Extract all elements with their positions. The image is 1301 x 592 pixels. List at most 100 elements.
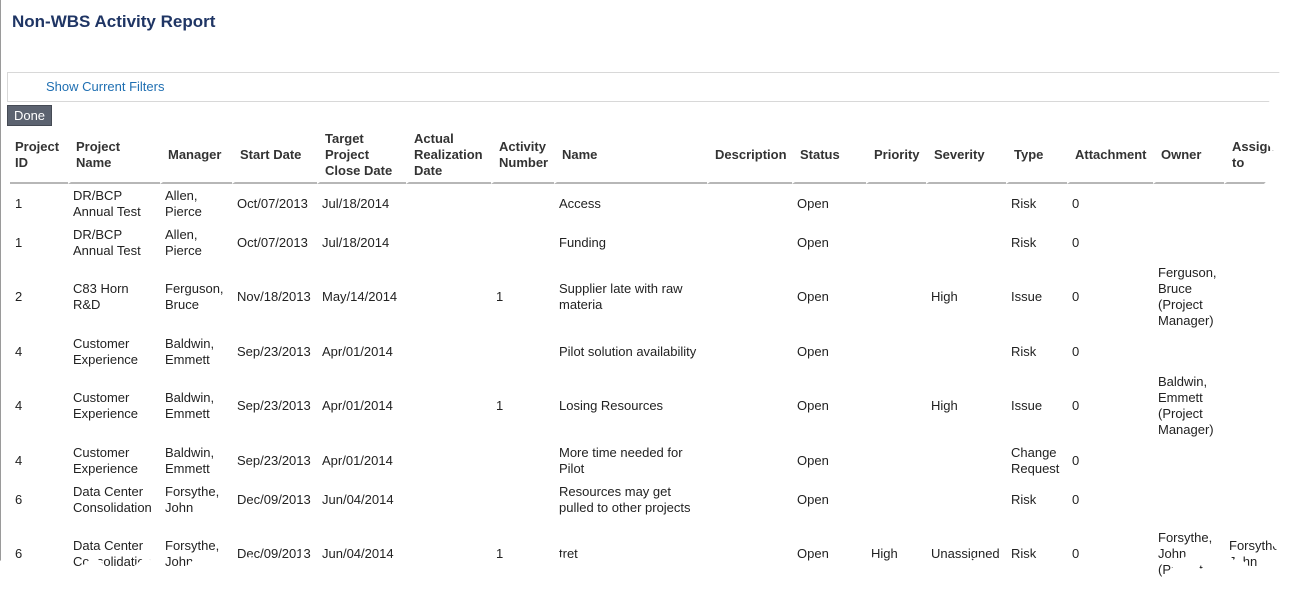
cell-name: tret: [559, 546, 578, 561]
cell-owner: [1153, 184, 1224, 223]
cell-assign-to: [1224, 441, 1286, 480]
table-header: Project ID Project Name Manager Start Date T…: [10, 128, 1286, 184]
cell-project-id: 1: [15, 195, 23, 211]
cell-target-close-date: May/14/2014: [322, 289, 398, 304]
cell-name: More time needed for Pilot: [559, 444, 683, 476]
table-row[interactable]: 4 Customer Experience Baldwin, Emmett Sep/2…: [10, 371, 1286, 441]
cell-severity: [926, 223, 1006, 262]
cell-type: Issue: [1011, 289, 1043, 304]
column-header-assign-to[interactable]: Assign to: [1224, 128, 1286, 184]
cell-project-id: 1: [15, 234, 23, 250]
cell-description: [707, 262, 792, 332]
cell-status: Open: [797, 195, 829, 211]
column-header-attachment[interactable]: Attachment: [1067, 128, 1153, 184]
cell-attachment: 0: [1072, 452, 1080, 468]
cell-activity-number: 1: [496, 546, 504, 561]
cell-actual-realization-date: [406, 262, 491, 332]
cell-project-name: Data Center Consolidation: [73, 483, 152, 515]
cell-description: [707, 223, 792, 262]
cell-assign-to: [1224, 332, 1286, 371]
cell-project-id: 4: [15, 452, 23, 468]
column-header-status[interactable]: Status: [792, 128, 866, 184]
cell-activity-number: [491, 184, 554, 223]
cell-start-date: Sep/23/2013: [237, 398, 311, 413]
cell-severity: [926, 441, 1006, 480]
cell-manager: Baldwin, Emmett: [165, 390, 215, 421]
cell-start-date: Nov/18/2013: [237, 289, 311, 304]
cell-description: [707, 519, 792, 578]
cell-project-name: Customer Experience: [73, 335, 139, 367]
table-row[interactable]: 6 Data Center Consolidation Forsythe, John…: [10, 480, 1286, 519]
table-row[interactable]: 2 C83 Horn R&D Ferguson, Bruce Nov/18/2013 M…: [10, 262, 1286, 332]
cell-status: Open: [797, 546, 829, 561]
cell-name: Losing Resources: [559, 398, 664, 413]
cell-description: [707, 441, 792, 480]
table-row[interactable]: 1 DR/BCP Annual Test Allen, Pierce Oct/07/2…: [10, 184, 1286, 223]
cell-status: Open: [797, 491, 829, 507]
cell-target-close-date: Jun/04/2014: [322, 546, 394, 561]
cell-activity-number: 1: [496, 398, 504, 413]
column-header-target-close-date[interactable]: Target Project Close Date: [317, 128, 406, 184]
cell-manager: Allen, Pierce: [165, 187, 202, 219]
cell-attachment: 0: [1072, 289, 1080, 304]
cell-owner: [1153, 332, 1224, 371]
cell-activity-number: 1: [496, 289, 504, 304]
cell-activity-number: [491, 332, 554, 371]
table-row[interactable]: 1 DR/BCP Annual Test Allen, Pierce Oct/07/2…: [10, 223, 1286, 262]
column-header-type[interactable]: Type: [1006, 128, 1067, 184]
cell-actual-realization-date: [406, 371, 491, 441]
cell-type: Change Request: [1011, 444, 1060, 476]
cell-attachment: 0: [1072, 546, 1080, 561]
cell-project-id: 6: [15, 491, 23, 507]
column-header-activity-number[interactable]: Activity Number: [491, 128, 554, 184]
cell-manager: Allen, Pierce: [165, 226, 202, 258]
cell-severity: [926, 332, 1006, 371]
cell-assign-to: [1224, 223, 1286, 262]
cell-start-date: Dec/09/2013: [237, 491, 311, 507]
cell-manager: Ferguson, Bruce: [165, 281, 224, 312]
cell-type: Risk: [1011, 343, 1037, 359]
column-header-project-name[interactable]: Project Name: [68, 128, 160, 184]
cell-attachment: 0: [1072, 343, 1080, 359]
column-header-name[interactable]: Name: [554, 128, 707, 184]
cell-description: [707, 371, 792, 441]
cell-project-id: 6: [15, 546, 23, 561]
cell-target-close-date: Apr/01/2014: [322, 398, 393, 413]
show-current-filters-link[interactable]: Show Current Filters: [46, 79, 164, 94]
cell-manager: Forsythe, John: [165, 483, 220, 515]
cell-severity: [926, 480, 1006, 519]
column-header-actual-realization-date[interactable]: Actual Realization Date: [406, 128, 491, 184]
column-header-owner[interactable]: Owner: [1153, 128, 1224, 184]
cell-start-date: Oct/07/2013: [237, 195, 308, 211]
cell-start-date: Dec/09/2013: [237, 546, 311, 561]
cell-owner: [1153, 223, 1224, 262]
cell-description: [707, 480, 792, 519]
cell-priority: [866, 371, 926, 441]
cell-owner: Baldwin, Emmett (Project Manager): [1158, 374, 1214, 437]
cell-start-date: Oct/07/2013: [237, 234, 308, 250]
column-header-start-date[interactable]: Start Date: [232, 128, 317, 184]
column-header-project-id[interactable]: Project ID: [10, 128, 68, 184]
cell-actual-realization-date: [406, 441, 491, 480]
page-title: Non-WBS Activity Report: [12, 12, 216, 31]
cell-target-close-date: Jul/18/2014: [322, 234, 390, 250]
cell-status: Open: [797, 398, 829, 413]
done-button[interactable]: Done: [7, 105, 52, 126]
column-header-priority[interactable]: Priority: [866, 128, 926, 184]
cell-attachment: 0: [1072, 234, 1080, 250]
cell-assign-to: [1224, 262, 1286, 332]
cell-description: [707, 184, 792, 223]
cell-manager: Baldwin, Emmett: [165, 444, 215, 476]
cell-project-name: DR/BCP Annual Test: [73, 226, 141, 258]
column-header-manager[interactable]: Manager: [160, 128, 232, 184]
table-row[interactable]: 6 Data Center Consolidation Forsythe, John…: [10, 519, 1286, 578]
column-header-severity[interactable]: Severity: [926, 128, 1006, 184]
table-row[interactable]: 4 Customer Experience Baldwin, Emmett Sep/2…: [10, 441, 1286, 480]
cell-target-close-date: Jul/18/2014: [322, 195, 390, 211]
cell-owner: [1153, 441, 1224, 480]
table-row[interactable]: 4 Customer Experience Baldwin, Emmett Sep/2…: [10, 332, 1286, 371]
cell-activity-number: [491, 441, 554, 480]
column-header-description[interactable]: Description: [707, 128, 792, 184]
cell-priority: [866, 441, 926, 480]
cell-type: Risk: [1011, 234, 1037, 250]
